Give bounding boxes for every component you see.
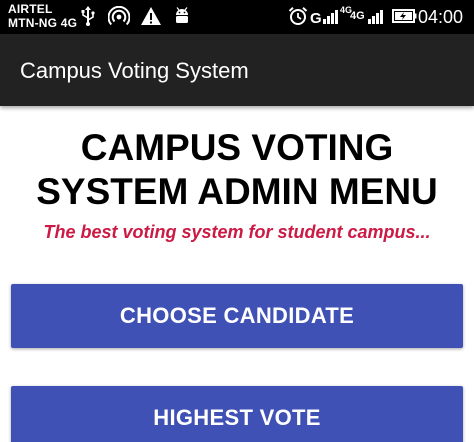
app-title: Campus Voting System (20, 58, 249, 83)
signal-icon: G 4G (310, 6, 352, 27)
status-bar: AIRTEL MTN-NG 4G G 4G 4G 04:00 (0, 0, 474, 34)
hotspot-icon (108, 6, 130, 26)
page-title-line-2: SYSTEM ADMIN MENU (36, 171, 438, 212)
screen: AIRTEL MTN-NG 4G G 4G 4G 04:00 Campus Vo… (0, 0, 474, 442)
android-debug-icon (172, 6, 192, 26)
page-title-line-1: CAMPUS VOTING (80, 127, 394, 168)
status-time: 04:00 (418, 7, 464, 27)
signal-icon: 4G (350, 6, 390, 26)
battery-charging-icon (392, 6, 418, 26)
choose-candidate-button[interactable]: CHOOSE CANDIDATE (11, 284, 463, 348)
svg-text:G: G (310, 10, 322, 26)
carrier-info: AIRTEL MTN-NG 4G (8, 2, 77, 30)
carrier-1: AIRTEL (8, 2, 53, 16)
highest-vote-button[interactable]: HIGHEST VOTE (11, 386, 463, 442)
carrier-2: MTN-NG 4G (8, 16, 78, 30)
warning-icon (140, 6, 162, 26)
usb-icon (80, 6, 96, 26)
tagline: The best voting system for student campu… (43, 222, 431, 242)
alarm-icon (288, 6, 308, 26)
page-title: CAMPUS VOTING SYSTEM ADMIN MENU (0, 126, 474, 214)
app-bar: Campus Voting System (0, 34, 474, 106)
network-type-2: 4G (350, 10, 365, 22)
